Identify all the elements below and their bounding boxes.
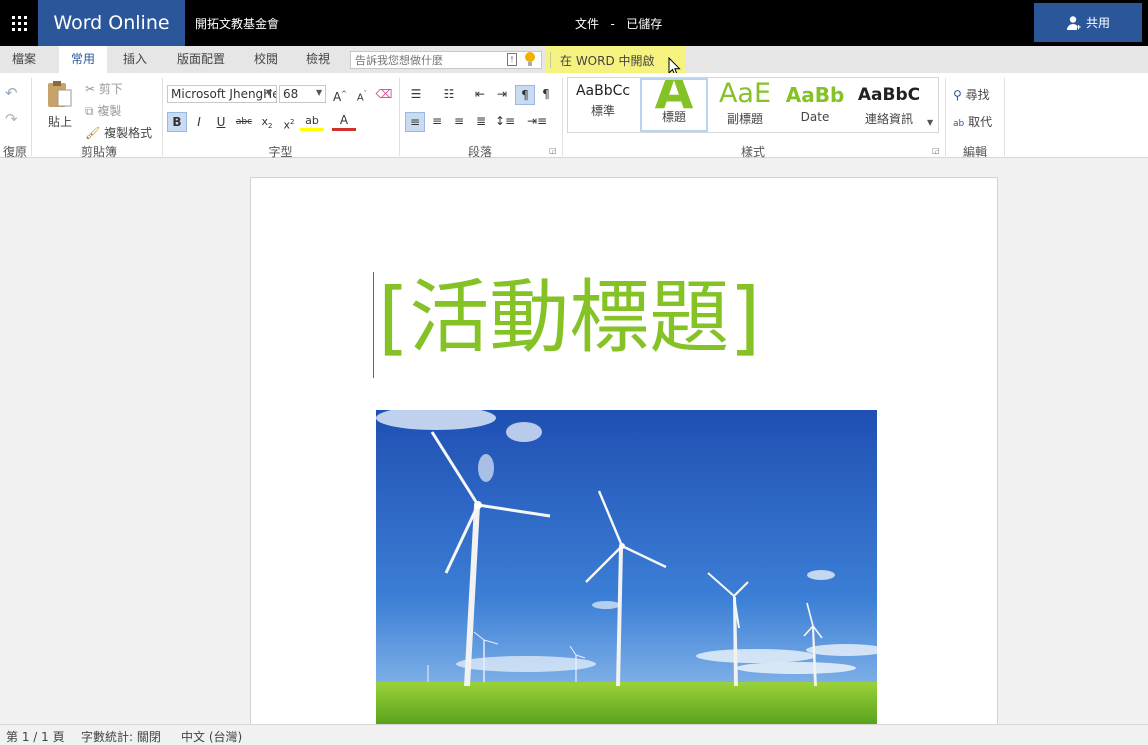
lightbulb-base [528, 62, 532, 66]
style-contact-label: 連絡資訊 [864, 112, 913, 126]
style-date[interactable]: AaBb Date [782, 80, 848, 128]
clear-format-icon[interactable]: ⌫ [375, 85, 393, 103]
format-painter-label: 複製格式 [104, 126, 153, 140]
align-right-icon[interactable]: ≡ [449, 112, 469, 130]
redo-icon[interactable]: ↷ [5, 110, 18, 128]
style-normal-label: 標準 [590, 104, 615, 118]
ribbon-separator [31, 78, 32, 156]
cut-label: 剪下 [98, 82, 123, 96]
style-subtitle-label: 副標題 [726, 112, 763, 126]
tab-home[interactable]: 常用 [59, 46, 107, 73]
style-subtitle-sample: AaE [718, 78, 772, 109]
find-button[interactable]: ⚲ 尋找 [953, 86, 990, 103]
font-size-value: 68 [283, 87, 299, 101]
style-normal-sample: AaBbCc [575, 83, 631, 99]
decrease-indent-icon[interactable]: ⇤ [470, 85, 490, 103]
org-name[interactable]: 開拓文教基金會 [195, 15, 279, 32]
superscript-button[interactable]: x2 [280, 113, 298, 135]
style-normal[interactable]: AaBbCc 標準 [570, 80, 636, 128]
add-person-icon [1066, 15, 1081, 30]
align-left-icon[interactable]: ≡ [405, 112, 425, 132]
style-date-sample: AaBb [785, 83, 845, 107]
status-bar: 第 1 / 1 頁 字數統計: 關閉 中文 (台灣) [0, 724, 1148, 745]
chevron-down-icon[interactable]: ▼ [316, 88, 322, 97]
underline-button[interactable]: U [212, 113, 230, 131]
style-contact[interactable]: AaBbC 連絡資訊 [852, 80, 926, 128]
ribbon-separator [1004, 78, 1005, 156]
numbering-icon[interactable]: ☷ [438, 85, 460, 103]
style-title-sample: A [654, 78, 694, 120]
lightbulb-icon[interactable] [525, 52, 535, 62]
bold-button[interactable]: B [167, 112, 187, 132]
replace-label: 取代 [968, 115, 993, 129]
open-in-word-button[interactable]: 在 WORD 中開啟 [560, 52, 655, 69]
tell-me-input[interactable] [351, 52, 509, 68]
rtl-direction-icon[interactable]: ¶ [537, 85, 555, 103]
strikethrough-button[interactable]: abc [233, 113, 255, 131]
grow-font-icon[interactable]: A^ [331, 85, 349, 106]
page-count: 第 1 / 1 頁 [6, 730, 65, 744]
copy-icon: ⧉ [85, 104, 94, 118]
line-spacing-icon[interactable]: ↕≡ [493, 112, 517, 130]
document-title[interactable]: 文件 - 已儲存 [575, 15, 662, 32]
document-heading[interactable]: [活動標題] [378, 278, 760, 358]
scissors-icon: ✂ [85, 82, 96, 96]
chevron-down-icon[interactable]: ▼ [266, 88, 272, 97]
paragraph-spacing-icon[interactable]: ⇥≡ [525, 112, 549, 130]
italic-button[interactable]: I [190, 113, 208, 131]
bullets-icon[interactable]: ☰ [405, 85, 427, 103]
increase-indent-icon[interactable]: ⇥ [492, 85, 512, 103]
style-title[interactable]: A 標題 [640, 78, 708, 132]
style-title-label: 標題 [661, 110, 686, 124]
word-count-toggle[interactable]: 字數統計: 關閉 [81, 728, 161, 745]
tab-review[interactable]: 校閱 [243, 46, 289, 73]
justify-icon[interactable]: ≣ [471, 112, 491, 130]
tab-insert[interactable]: 插入 [112, 46, 158, 73]
style-subtitle[interactable]: AaE 副標題 [712, 78, 778, 128]
wind-turbines-photo [376, 410, 877, 724]
shrink-font-icon[interactable]: Aˇ [353, 85, 371, 107]
tab-file[interactable]: 檔案 [0, 46, 48, 73]
copy-label: 複製 [97, 104, 122, 118]
style-date-label: Date [800, 110, 830, 124]
tab-view[interactable]: 檢視 [295, 46, 341, 73]
copy-button[interactable]: ⧉ 複製 [85, 102, 121, 119]
dialog-launcher-icon[interactable]: ◲ [549, 146, 557, 155]
tab-layout[interactable]: 版面配置 [168, 46, 234, 73]
ltr-direction-icon[interactable]: ¶ [515, 85, 535, 105]
style-contact-sample: AaBbC [857, 85, 921, 105]
format-painter-button[interactable]: 🖌 複製格式 [85, 124, 152, 141]
align-center-icon[interactable]: ≡ [427, 112, 447, 130]
replace-icon: ab [953, 119, 965, 129]
text-cursor [373, 272, 374, 378]
subscript-button[interactable]: x2 [258, 113, 276, 135]
dialog-launcher-icon[interactable]: ◲ [932, 146, 940, 155]
tell-me-help-icon[interactable]: ! [507, 53, 517, 66]
app-launcher-button[interactable] [0, 0, 38, 46]
find-label: 尋找 [965, 88, 990, 102]
font-color-button[interactable]: A [332, 113, 356, 131]
app-name[interactable]: Word Online [38, 0, 185, 46]
separator [550, 52, 551, 68]
paste-label: 貼上 [47, 115, 72, 129]
paintbrush-icon: 🖌 [85, 126, 101, 140]
search-icon: ⚲ [953, 88, 962, 102]
font-name-value: Microsoft JhengHei [171, 87, 277, 101]
cut-button[interactable]: ✂ 剪下 [85, 80, 123, 97]
wind-turbine-image[interactable] [376, 410, 877, 724]
share-label: 共用 [1085, 16, 1110, 30]
clipboard-icon [48, 81, 72, 107]
replace-button[interactable]: ab 取代 [953, 113, 992, 130]
share-button[interactable]: 共用 [1034, 3, 1142, 42]
paste-button[interactable]: 貼上 [44, 80, 76, 129]
styles-more-icon[interactable]: ▼ [927, 118, 933, 127]
undo-icon[interactable]: ↶ [5, 84, 18, 102]
language-indicator[interactable]: 中文 (台灣) [181, 728, 242, 745]
font-name-combo[interactable]: Microsoft JhengHei [167, 85, 277, 103]
waffle-icon [11, 15, 27, 31]
highlight-color-button[interactable]: ab [300, 113, 324, 131]
